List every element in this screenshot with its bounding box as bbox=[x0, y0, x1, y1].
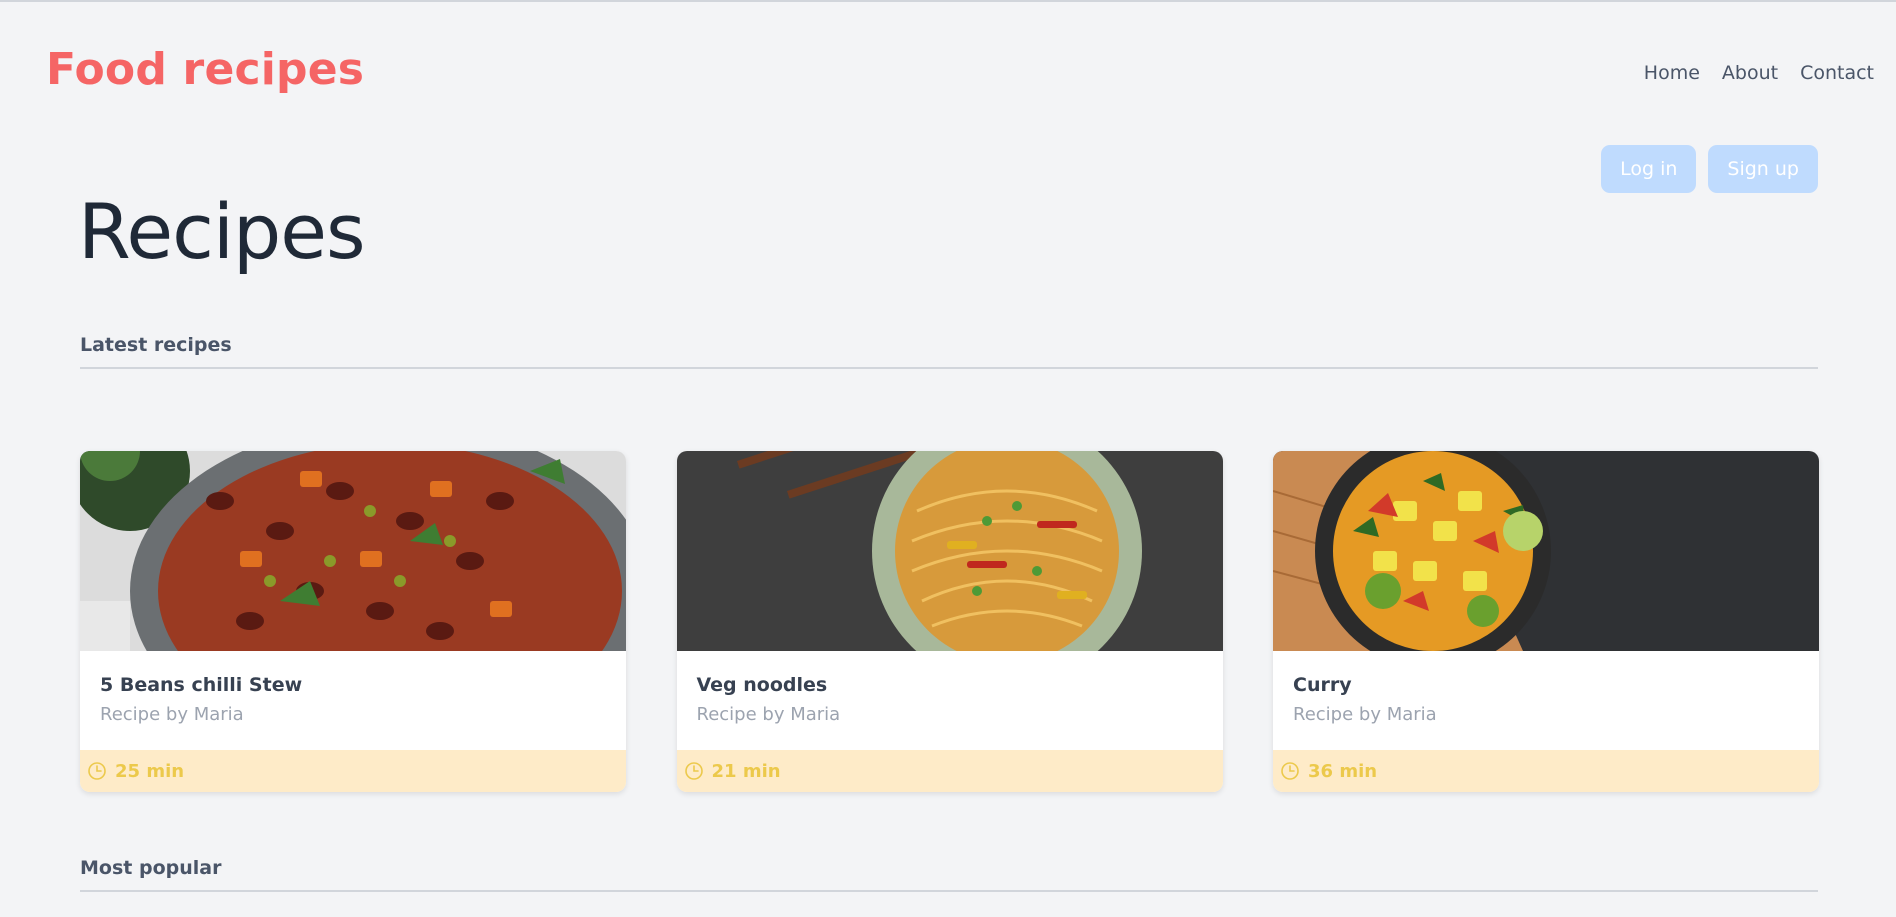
clock-icon bbox=[684, 761, 704, 781]
recipe-title: Veg noodles bbox=[696, 674, 828, 696]
clock-icon bbox=[87, 761, 107, 781]
recipe-title: 5 Beans chilli Stew bbox=[100, 674, 303, 696]
top-rule bbox=[0, 0, 1896, 2]
recipe-time: 25 min bbox=[115, 760, 185, 782]
recipe-cards: 5 Beans chilli Stew Recipe by Maria 25 m… bbox=[80, 451, 1819, 792]
recipe-image-noodles bbox=[676, 451, 1223, 651]
recipe-time-band: 21 min bbox=[676, 750, 1223, 792]
nav-home[interactable]: Home bbox=[1644, 62, 1700, 84]
nav-contact[interactable]: Contact bbox=[1800, 62, 1874, 84]
recipe-card[interactable]: 5 Beans chilli Stew Recipe by Maria 25 m… bbox=[80, 451, 626, 792]
section-latest-recipes: Latest recipes bbox=[80, 334, 1818, 369]
nav-about[interactable]: About bbox=[1722, 62, 1778, 84]
clock-icon bbox=[1280, 761, 1300, 781]
page-title: Recipes bbox=[78, 187, 366, 276]
brand-logo[interactable]: Food recipes bbox=[46, 44, 364, 95]
recipe-author: Recipe by Maria bbox=[100, 704, 244, 725]
section-most-popular: Most popular bbox=[80, 857, 1818, 892]
recipe-image-curry bbox=[1273, 451, 1819, 651]
recipe-time: 36 min bbox=[1308, 760, 1378, 782]
recipe-author: Recipe by Maria bbox=[1293, 704, 1437, 725]
recipe-card[interactable]: Curry Recipe by Maria 36 min bbox=[1273, 451, 1819, 792]
main-nav: Home About Contact bbox=[1644, 62, 1874, 84]
recipe-time-band: 36 min bbox=[1273, 750, 1819, 792]
login-button[interactable]: Log in bbox=[1601, 145, 1697, 193]
recipe-time-band: 25 min bbox=[80, 750, 626, 792]
recipe-time: 21 min bbox=[711, 760, 781, 782]
recipe-title: Curry bbox=[1293, 674, 1352, 696]
recipe-image-bean-stew bbox=[80, 451, 626, 651]
auth-buttons: Log in Sign up bbox=[1601, 145, 1818, 193]
recipe-author: Recipe by Maria bbox=[696, 704, 841, 725]
signup-button[interactable]: Sign up bbox=[1708, 145, 1818, 193]
recipe-card[interactable]: Veg noodles Recipe by Maria 21 min bbox=[676, 451, 1223, 792]
